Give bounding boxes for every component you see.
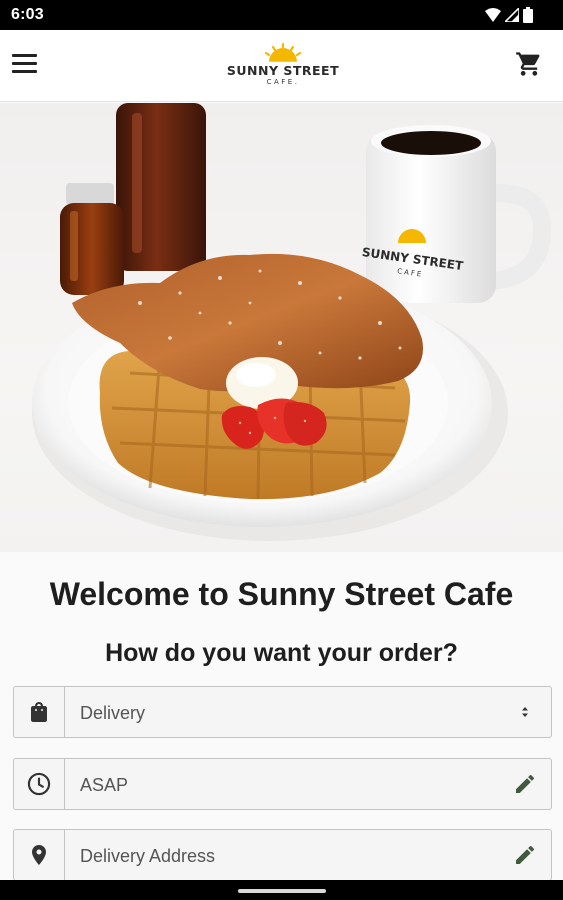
home-gesture-handle[interactable] [238, 889, 326, 893]
order-type-select[interactable]: Delivery [13, 686, 552, 738]
system-nav-bar [0, 880, 563, 900]
field-icon-cell [14, 830, 65, 880]
status-icons [485, 7, 533, 23]
order-time-value: ASAP [80, 775, 129, 795]
shopping-bag-icon [31, 702, 47, 722]
welcome-title: Welcome to Sunny Street Cafe [49, 576, 514, 612]
select-arrows-icon [522, 707, 528, 717]
order-content: Welcome to Sunny Street Cafe How do you … [0, 552, 563, 881]
status-time: 6:03 [11, 6, 44, 23]
field-icon-cell [14, 687, 65, 737]
order-time-field[interactable]: ASAP [13, 758, 552, 810]
edit-pencil-icon[interactable] [513, 772, 537, 796]
clock-icon [27, 772, 51, 796]
wifi-icon [485, 8, 501, 22]
sun-logo-icon [262, 42, 304, 64]
edit-pencil-icon[interactable] [513, 843, 537, 867]
shopping-cart-icon [516, 52, 540, 76]
app-header: SUNNY STREET CAFE. [0, 30, 563, 102]
order-type-value: Delivery [80, 703, 146, 723]
battery-icon [523, 7, 533, 23]
hero-image: SUNNY STREET CAFE [0, 103, 563, 552]
brand-sub: CAFE. [266, 78, 300, 86]
signal-icon [505, 8, 519, 22]
menu-button[interactable] [10, 50, 40, 80]
order-question: How do you want your order? [105, 639, 458, 667]
chicken-and-waffles-photo: SUNNY STREET CAFE [32, 103, 552, 541]
field-icon-cell [14, 759, 65, 809]
status-bar: 6:03 [0, 0, 563, 30]
sunny-street-logo[interactable]: SUNNY STREET CAFE. [222, 42, 344, 90]
location-pin-icon [32, 845, 46, 865]
brand-name: SUNNY STREET [226, 63, 340, 78]
delivery-address-field[interactable]: Delivery Address [13, 829, 552, 881]
cart-button[interactable] [515, 50, 543, 78]
delivery-address-value: Delivery Address [80, 846, 216, 866]
